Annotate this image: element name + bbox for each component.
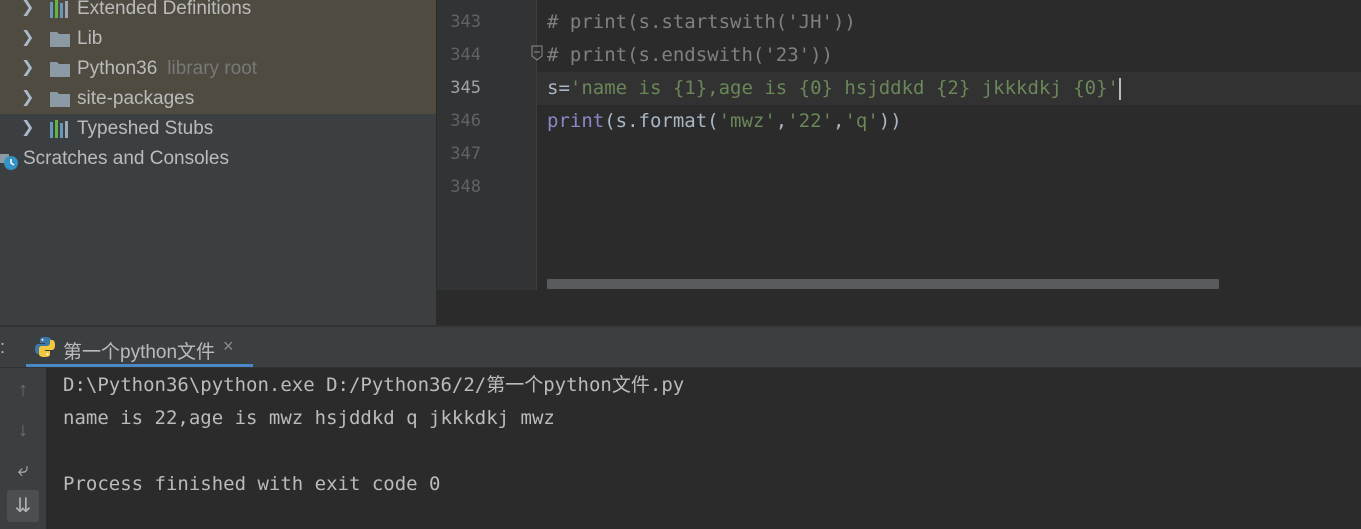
run-tab-label: 第一个python文件 bbox=[63, 342, 216, 363]
folder-icon bbox=[50, 32, 70, 47]
tree-item-label: Scratches and Consoles bbox=[23, 148, 229, 169]
tree-item-extended-definitions[interactable]: ❯ Extended Definitions bbox=[0, 0, 436, 24]
scratches-icon bbox=[0, 154, 18, 170]
run-tool-window-header: : 第一个python文件 × bbox=[0, 327, 1361, 368]
gutter-divider bbox=[536, 0, 537, 290]
scroll-to-end-icon[interactable]: ⇊ bbox=[7, 490, 39, 522]
chevron-right-icon[interactable]: ❯ bbox=[21, 0, 35, 18]
code-line-345: s='name is {1},age is {0} hsjddkd {2} jk… bbox=[547, 77, 1121, 100]
tree-item-site-packages[interactable]: ❯ site-packages bbox=[0, 84, 436, 114]
tree-item-typeshed-stubs[interactable]: ❯ Typeshed Stubs bbox=[0, 114, 436, 144]
close-icon[interactable]: × bbox=[223, 336, 234, 357]
tree-item-lib[interactable]: ❯ Lib bbox=[0, 24, 436, 54]
line-number-current: 345 bbox=[450, 78, 481, 98]
console-toolbar: ↑ ↓ ⤶ ⇊ bbox=[0, 368, 46, 529]
code-editor[interactable]: 343 344 345 346 347 348 # print(s.starts… bbox=[437, 0, 1361, 290]
console-output[interactable]: D:\Python36\python.exe D:/Python36/2/第一个… bbox=[47, 368, 1361, 529]
fold-marker-icon[interactable] bbox=[531, 45, 543, 61]
line-number: 343 bbox=[450, 12, 481, 32]
arrow-up-icon[interactable]: ↑ bbox=[7, 374, 39, 406]
arrow-down-icon[interactable]: ↓ bbox=[7, 414, 39, 446]
console-line: name is 22,age is mwz hsjddkd q jkkkdkj … bbox=[63, 407, 555, 429]
project-panel: ❯ Extended Definitions ❯ Lib ❯ Python36 l… bbox=[0, 0, 436, 325]
chevron-right-icon[interactable]: ❯ bbox=[21, 28, 35, 48]
tree-item-label: Typeshed Stubs bbox=[77, 118, 214, 139]
line-number: 348 bbox=[450, 177, 481, 197]
tree-item-label: Lib bbox=[77, 28, 103, 49]
text-caret bbox=[1118, 77, 1121, 100]
soft-wrap-icon[interactable]: ⤶ bbox=[7, 454, 39, 486]
console-line: D:\Python36\python.exe D:/Python36/2/第一个… bbox=[63, 374, 685, 396]
code-line-344: # print(s.endswith('23')) bbox=[547, 44, 833, 66]
tree-item-label: Python36 library root bbox=[77, 58, 258, 79]
run-tab[interactable]: 第一个python文件 × bbox=[26, 327, 253, 367]
library-root-hint: library root bbox=[167, 58, 258, 79]
code-line-343: # print(s.startswith('JH')) bbox=[547, 11, 856, 33]
editor-bottom-area bbox=[437, 290, 1361, 325]
chevron-right-icon[interactable]: ❯ bbox=[21, 118, 35, 138]
folder-icon bbox=[50, 92, 70, 107]
code-line-346: print(s.format('mwz','22','q')) bbox=[547, 110, 902, 132]
active-tab-indicator bbox=[26, 364, 253, 367]
library-icon bbox=[50, 0, 68, 18]
tree-item-python36[interactable]: ❯ Python36 library root bbox=[0, 54, 436, 84]
line-number: 346 bbox=[450, 111, 481, 131]
folder-icon bbox=[50, 62, 70, 77]
horizontal-scrollbar-thumb[interactable] bbox=[547, 279, 1219, 289]
run-tool-prefix: : bbox=[0, 337, 6, 357]
chevron-right-icon[interactable]: ❯ bbox=[21, 88, 35, 108]
tree-item-scratches-and-consoles[interactable]: Scratches and Consoles bbox=[0, 144, 436, 174]
library-icon bbox=[50, 120, 68, 138]
tree-item-label: Extended Definitions bbox=[77, 0, 252, 19]
chevron-right-icon[interactable]: ❯ bbox=[21, 58, 35, 78]
tree-item-label: site-packages bbox=[77, 88, 195, 109]
line-number: 347 bbox=[450, 144, 481, 164]
line-number: 344 bbox=[450, 45, 481, 65]
python-icon bbox=[35, 337, 55, 357]
console-line: Process finished with exit code 0 bbox=[63, 473, 441, 495]
